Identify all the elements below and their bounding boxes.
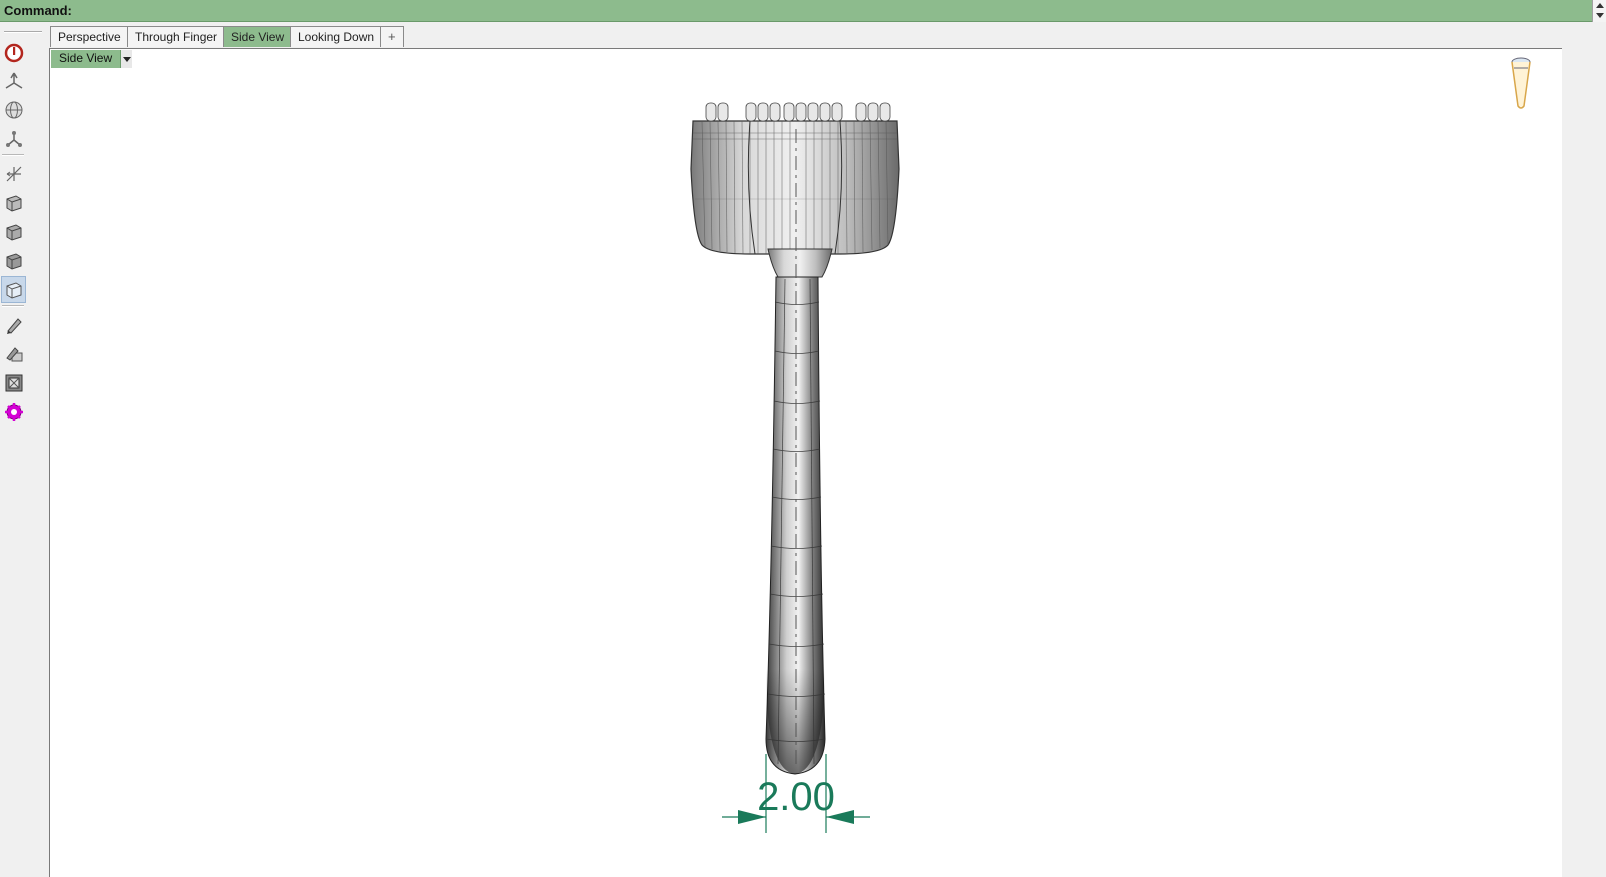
axis-icon[interactable]: [1, 160, 26, 187]
box-wire-icon[interactable]: [1, 276, 26, 303]
left-toolbar: [0, 23, 50, 877]
box-icon[interactable]: [1, 247, 26, 274]
gear-icon[interactable]: [1, 398, 26, 425]
toolbar-separator: [4, 31, 42, 33]
box-icon[interactable]: [1, 218, 26, 245]
finger-model: 2.00: [690, 102, 900, 833]
command-bar[interactable]: Command:: [0, 0, 1606, 22]
scroll-down-icon[interactable]: [1596, 13, 1604, 18]
plane-icon[interactable]: [1, 67, 26, 94]
tab-perspective[interactable]: Perspective: [50, 26, 129, 47]
power-icon[interactable]: [1, 39, 26, 66]
pen-icon[interactable]: [1, 311, 26, 338]
viewport-side-view[interactable]: Side View 2.00: [49, 48, 1562, 877]
command-label: Command:: [4, 3, 72, 18]
toolbar-separator: [2, 154, 24, 156]
right-margin: [1562, 48, 1606, 877]
add-tab-button[interactable]: +: [380, 26, 404, 47]
frame-icon[interactable]: [1, 369, 26, 396]
tab-looking-down[interactable]: Looking Down: [290, 26, 383, 47]
command-scrollbar[interactable]: [1592, 0, 1606, 22]
scroll-up-icon[interactable]: [1596, 3, 1604, 8]
view-cone-icon[interactable]: [1508, 56, 1534, 112]
box-icon[interactable]: [1, 189, 26, 216]
pen-plane-icon[interactable]: [1, 340, 26, 367]
globe-icon[interactable]: [1, 96, 26, 123]
nodes-icon[interactable]: [1, 125, 26, 152]
tab-through-finger[interactable]: Through Finger: [127, 26, 226, 47]
tab-side-view[interactable]: Side View: [223, 26, 293, 47]
toolbar-separator: [2, 305, 24, 307]
dimension-label: 2.00: [757, 775, 835, 819]
